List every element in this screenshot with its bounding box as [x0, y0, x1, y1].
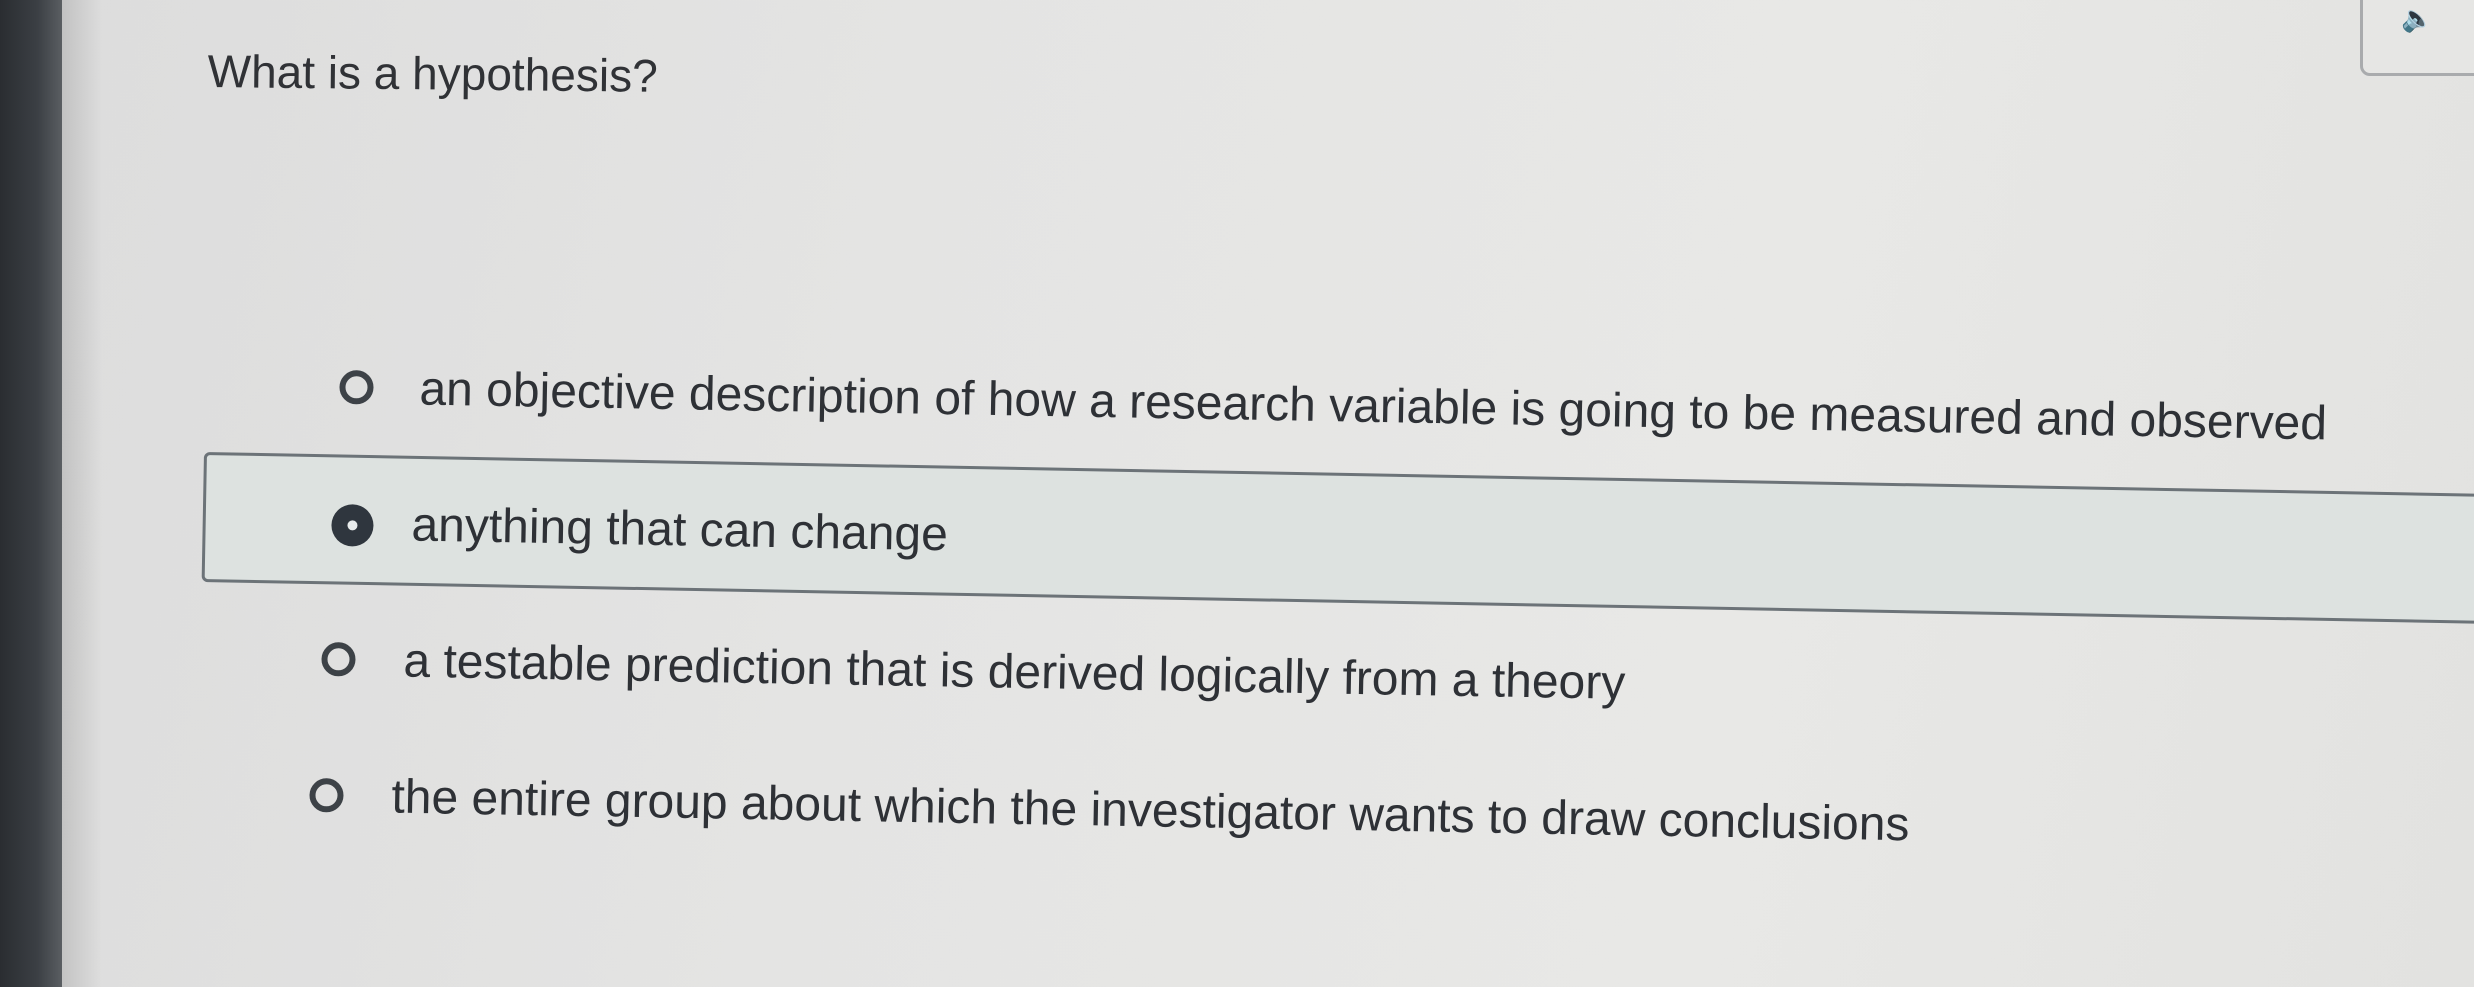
speaker-icon: 🔈	[2401, 3, 2434, 33]
screen-edge-shadow	[62, 0, 102, 987]
radio-button[interactable]	[339, 369, 374, 405]
radio-button[interactable]	[321, 641, 356, 677]
question-text: What is a hypothesis?	[207, 44, 658, 102]
device-bezel	[0, 0, 62, 987]
option-label: anything that can change	[410, 498, 949, 562]
option-label: a testable prediction that is derived lo…	[402, 634, 1626, 710]
option-label: an objective description of how a resear…	[418, 362, 2328, 451]
radio-button[interactable]	[309, 777, 344, 813]
option-label: the entire group about which the investi…	[390, 770, 1910, 852]
audio-button[interactable]: 🔈	[2360, 0, 2474, 76]
